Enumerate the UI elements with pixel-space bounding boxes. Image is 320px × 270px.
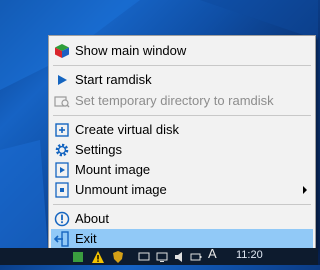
menu-item-label: Show main window: [75, 43, 187, 58]
tray-app-icon[interactable]: [72, 250, 84, 262]
taskbar-clock[interactable]: 11:20: [236, 248, 263, 262]
menu-item-label: Unmount image: [75, 182, 167, 197]
menu-separator: [53, 115, 311, 116]
menu-item-about[interactable]: About: [51, 209, 313, 229]
menu-item-mount-image[interactable]: Mount image: [51, 160, 313, 180]
play-icon: [54, 72, 70, 88]
menu-item-create-virtual-disk[interactable]: Create virtual disk: [51, 120, 313, 140]
exit-door-icon: [53, 231, 70, 247]
app-cube-icon: [54, 43, 70, 59]
info-icon: [54, 211, 70, 227]
menu-item-settings[interactable]: Settings: [51, 140, 313, 160]
menu-item-label: Create virtual disk: [75, 122, 180, 137]
shield-icon[interactable]: [112, 250, 124, 263]
warning-icon[interactable]: [92, 250, 104, 263]
menu-separator: [53, 204, 311, 205]
menu-separator: [53, 65, 311, 66]
mount-play-icon: [54, 162, 70, 178]
submenu-arrow-icon: [303, 186, 307, 194]
tray-context-menu: Show main window Start ramdisk Set tempo…: [48, 35, 316, 250]
gear-icon: [54, 142, 70, 158]
menu-item-set-temp-directory[interactable]: Set temporary directory to ramdisk: [51, 91, 313, 111]
battery-icon[interactable]: [190, 250, 202, 262]
menu-item-label: Set temporary directory to ramdisk: [75, 93, 274, 108]
menu-item-start-ramdisk[interactable]: Start ramdisk: [51, 70, 313, 90]
menu-item-label: Exit: [75, 231, 97, 246]
menu-item-label: Mount image: [75, 162, 151, 177]
message-icon[interactable]: [138, 250, 150, 262]
unmount-icon: [54, 182, 70, 198]
menu-item-label: Settings: [75, 142, 122, 157]
menu-item-show-main-window[interactable]: Show main window: [51, 41, 313, 61]
menu-item-label: Start ramdisk: [75, 72, 152, 87]
network-icon[interactable]: [156, 250, 168, 262]
menu-item-exit[interactable]: Exit: [51, 229, 313, 249]
menu-item-label: About: [75, 211, 109, 226]
input-language-indicator[interactable]: A: [208, 246, 217, 262]
menu-item-unmount-image[interactable]: Unmount image: [51, 180, 313, 200]
plus-box-icon: [54, 122, 70, 138]
volume-icon[interactable]: [174, 250, 186, 262]
folder-search-icon: [54, 93, 70, 109]
